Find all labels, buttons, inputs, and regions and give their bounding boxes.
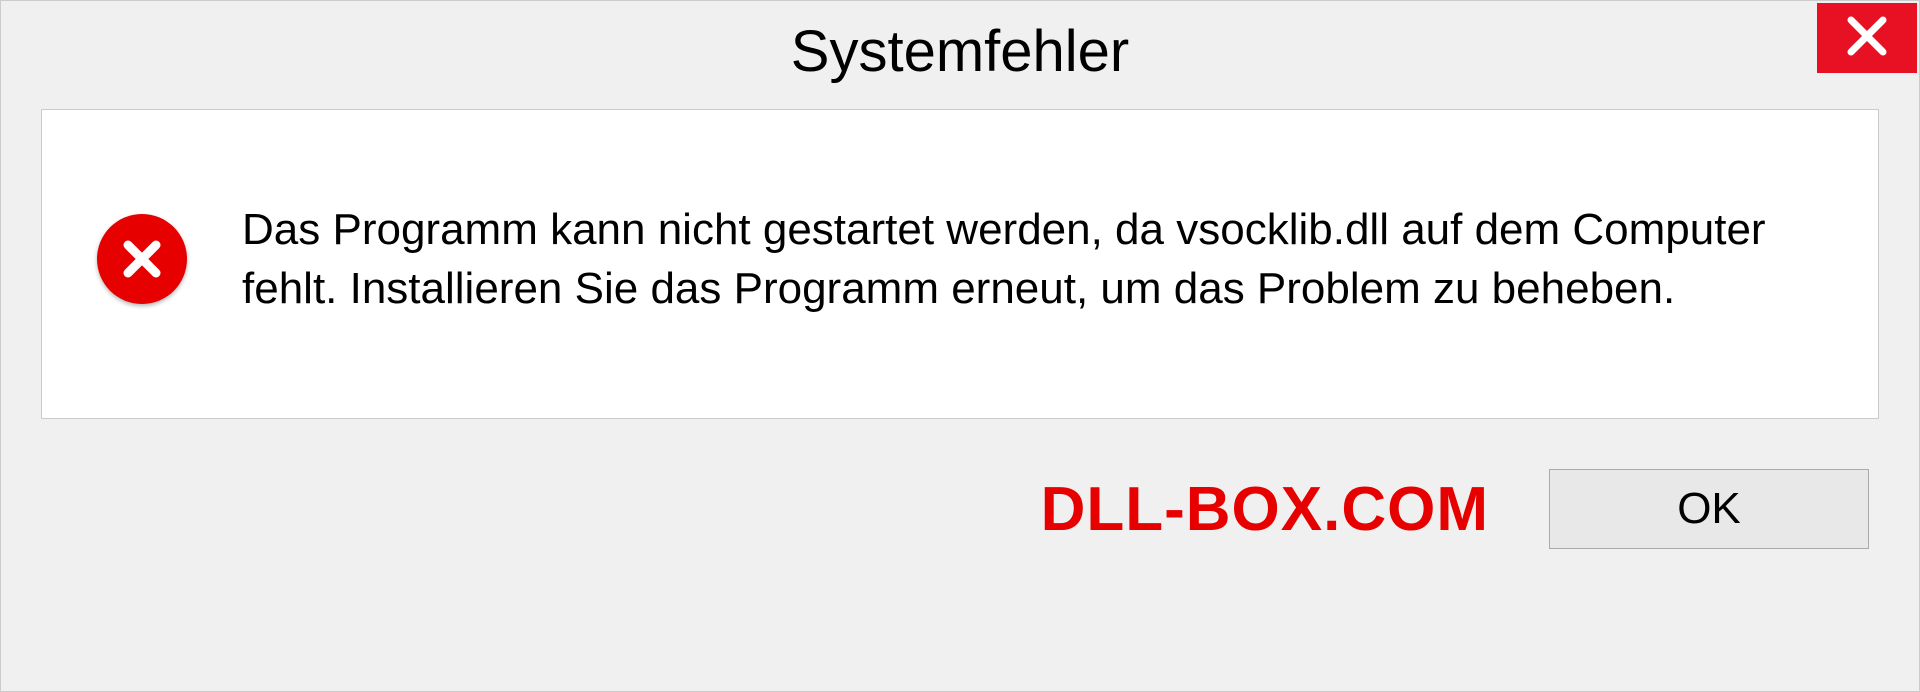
dialog-footer: DLL-BOX.COM OK bbox=[1, 439, 1919, 579]
content-area: Das Programm kann nicht gestartet werden… bbox=[41, 109, 1879, 419]
error-message: Das Programm kann nicht gestartet werden… bbox=[242, 200, 1828, 319]
dialog-title: Systemfehler bbox=[791, 18, 1129, 85]
ok-button[interactable]: OK bbox=[1549, 469, 1869, 549]
error-icon bbox=[92, 209, 192, 309]
watermark-text: DLL-BOX.COM bbox=[1041, 474, 1489, 545]
title-bar: Systemfehler bbox=[1, 1, 1919, 101]
close-button[interactable] bbox=[1817, 3, 1917, 73]
error-dialog: Systemfehler Das Programm kann nicht ges… bbox=[0, 0, 1920, 692]
close-icon bbox=[1845, 14, 1889, 63]
